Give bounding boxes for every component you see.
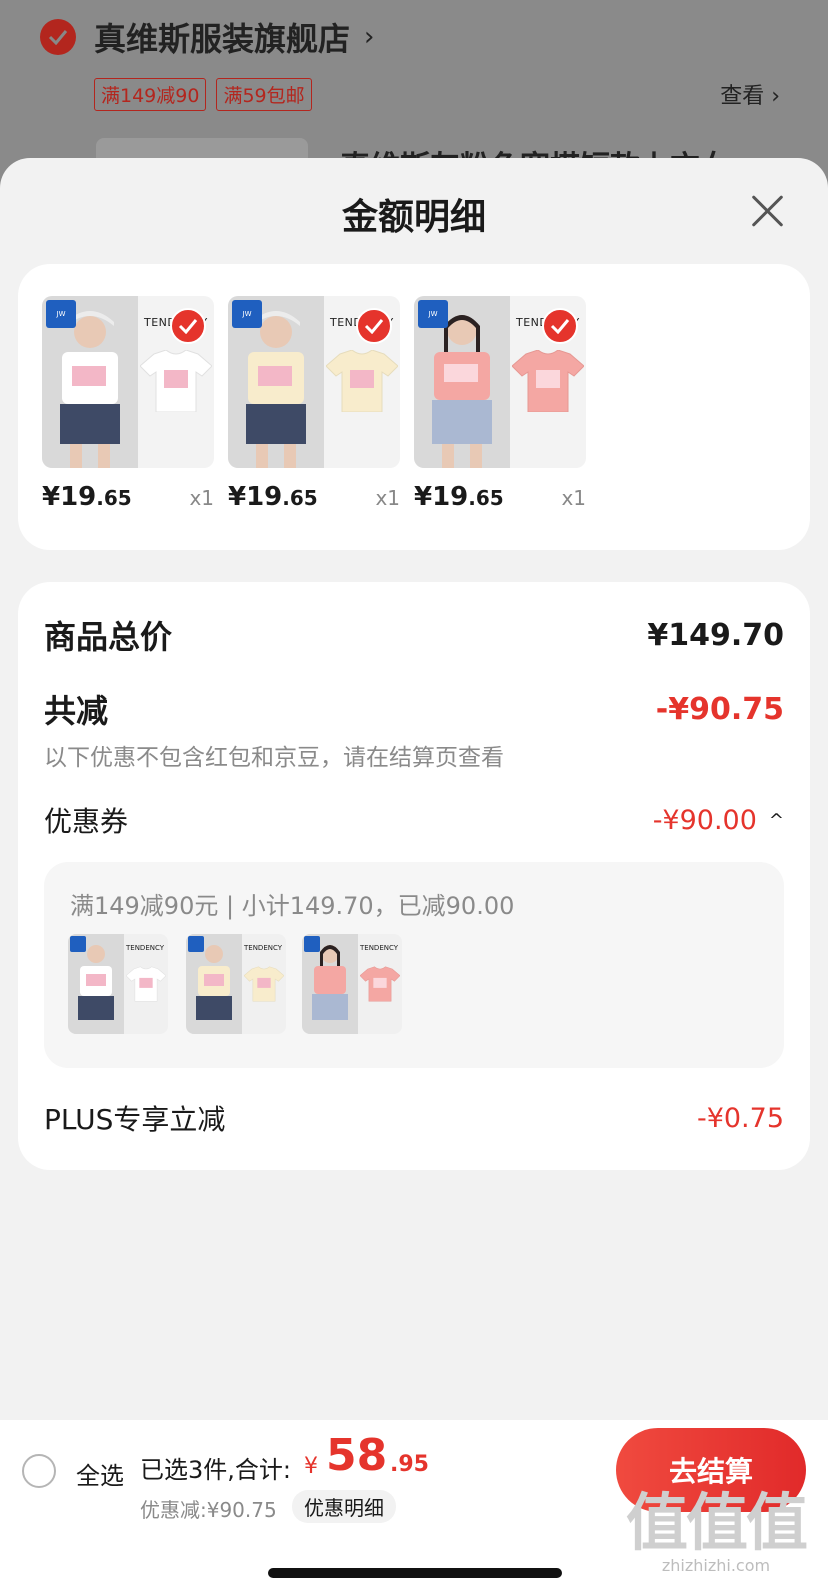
product-image: JW TENDENCY	[414, 296, 586, 468]
brand-label: TENDENCY	[360, 944, 399, 952]
product-item[interactable]: JW TENDENCY ¥19.65 x1	[228, 296, 400, 512]
product-price: ¥19.65	[228, 482, 318, 512]
product-quantity: x1	[375, 486, 400, 510]
product-item[interactable]: JW TENDENCY ¥19.65 x1	[414, 296, 586, 512]
total-price-label: 商品总价	[44, 618, 173, 656]
plus-discount-label: PLUS专享立减	[44, 1103, 226, 1136]
tshirt-image	[126, 966, 166, 1002]
brand-label: TENDENCY	[126, 944, 165, 952]
product-image: JW TENDENCY	[42, 296, 214, 468]
brand-logo	[188, 936, 204, 952]
store-promo-tags: 满149减90 满59包邮	[94, 78, 312, 111]
chevron-up-icon[interactable]: ^	[769, 810, 784, 831]
coupon-label: 优惠券	[44, 805, 129, 838]
checkout-bar: 全选 已选3件,合计: ¥ 58 .95 优惠减:¥90.75 优惠明细 去结算…	[0, 1420, 828, 1594]
selected-check-icon[interactable]	[542, 308, 578, 344]
total-currency: ¥	[304, 1454, 318, 1479]
coupon-detail-text: 满149减90元 | 小计149.70，已减90.00	[70, 892, 515, 920]
product-price: ¥19.65	[414, 482, 504, 512]
plus-discount-row: PLUS专享立减 -¥0.75	[44, 1098, 784, 1138]
promo-tag: 满59包邮	[216, 78, 312, 111]
selected-count-text: 已选3件,合计:	[140, 1456, 291, 1484]
coupon-product-thumb: TENDENCY	[186, 934, 286, 1034]
home-indicator[interactable]	[268, 1568, 562, 1578]
close-icon[interactable]	[746, 188, 790, 232]
total-reduce-label: 共减	[44, 692, 109, 730]
tshirt-image	[360, 966, 400, 1002]
brand-logo	[70, 936, 86, 952]
amount-detail-sheet: 金额明细 JW TENDENCY	[0, 158, 828, 1594]
tshirt-image	[244, 966, 284, 1002]
discount-amount-text: 优惠减:¥90.75	[140, 1498, 277, 1522]
coupon-row[interactable]: 优惠券 -¥90.00 ^	[44, 800, 784, 840]
selected-check-icon[interactable]	[356, 308, 392, 344]
total-price-value: ¥149.70	[647, 617, 784, 653]
brand-logo	[304, 936, 320, 952]
brand-logo: JW	[418, 300, 448, 328]
total-amount-integer: 58	[326, 1430, 388, 1481]
brand-label: TENDENCY	[244, 944, 283, 952]
reduce-note: 以下优惠不包含红包和京豆，请在结算页查看	[44, 745, 504, 771]
discount-detail-button[interactable]: 优惠明细	[292, 1490, 396, 1523]
brand-logo: JW	[232, 300, 262, 328]
view-link: 查看 ›	[720, 84, 780, 109]
watermark: 值值值 zhizhizhi.com	[625, 1486, 808, 1576]
total-price-row: 商品总价 ¥149.70	[44, 612, 784, 658]
coupon-product-thumb: TENDENCY	[68, 934, 168, 1034]
plus-discount-value: -¥0.75	[696, 1102, 784, 1134]
coupon-value-group[interactable]: -¥90.00 ^	[653, 805, 784, 836]
reduce-note-row: 以下优惠不包含红包和京豆，请在结算页查看	[44, 738, 784, 772]
total-reduce-value: -¥90.75	[655, 691, 784, 727]
select-all-radio[interactable]	[22, 1454, 56, 1488]
promo-tag: 满149减90	[94, 78, 207, 111]
tshirt-image	[512, 350, 584, 412]
products-card: JW TENDENCY ¥19.65 x1	[18, 264, 810, 550]
product-item[interactable]: JW TENDENCY ¥19.65 x1	[42, 296, 214, 512]
watermark-logo: 值值值	[625, 1486, 808, 1559]
product-image: JW TENDENCY	[228, 296, 400, 468]
selected-check-icon[interactable]	[170, 308, 206, 344]
product-price: ¥19.65	[42, 482, 132, 512]
total-amount-decimal: .95	[390, 1452, 429, 1477]
store-header: 真维斯服装旗舰店 ›	[40, 14, 374, 60]
product-quantity: x1	[189, 486, 214, 510]
price-summary-card: 商品总价 ¥149.70 共减 -¥90.75 以下优惠不包含红包和京豆，请在结…	[18, 582, 810, 1170]
tshirt-image	[140, 350, 212, 412]
store-arrow-icon: ›	[364, 22, 375, 52]
product-quantity: x1	[561, 486, 586, 510]
store-name: 真维斯服装旗舰店	[94, 20, 351, 58]
tshirt-image	[326, 350, 398, 412]
store-check-icon	[40, 19, 76, 55]
coupon-detail-box: 满149减90元 | 小计149.70，已减90.00 TENDENCY TEN…	[44, 862, 784, 1068]
sheet-title: 金额明细	[341, 197, 486, 238]
select-all-label[interactable]: 全选	[76, 1456, 124, 1491]
total-reduce-row: 共减 -¥90.75	[44, 686, 784, 732]
coupon-value: -¥90.00	[652, 804, 757, 836]
coupon-product-thumb: TENDENCY	[302, 934, 402, 1034]
brand-logo: JW	[46, 300, 76, 328]
